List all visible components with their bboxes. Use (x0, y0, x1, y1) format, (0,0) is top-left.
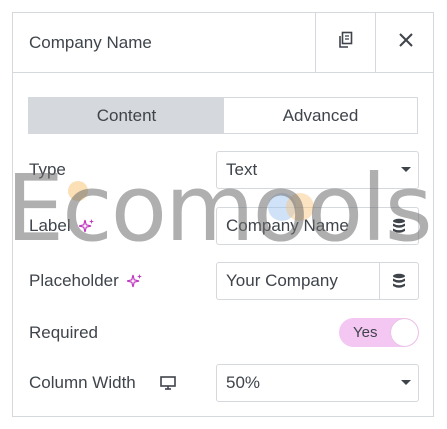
required-label: Required (29, 323, 98, 343)
tab-advanced[interactable]: Advanced (224, 98, 417, 133)
close-button[interactable] (375, 13, 435, 72)
label-input[interactable]: Company Name (216, 207, 419, 245)
placeholder-label: Placeholder (29, 271, 143, 291)
column-width-label-text: Column Width (29, 373, 136, 392)
required-toggle[interactable]: Yes (339, 318, 419, 347)
label-input-value: Company Name (226, 216, 349, 235)
required-toggle-text: Yes (353, 324, 378, 341)
column-width-label: Column Width (29, 373, 176, 393)
widget-settings-panel: Company Name Content Advanced Type Text … (12, 12, 434, 417)
column-width-value: 50% (226, 373, 261, 392)
close-icon (398, 32, 414, 53)
label-label-text: Label (29, 216, 71, 235)
panel-title: Company Name (29, 33, 152, 52)
ai-sparkle-icon[interactable] (78, 218, 95, 234)
toggle-knob (391, 319, 418, 346)
chevron-down-icon (394, 379, 418, 387)
copy-button[interactable] (315, 13, 375, 72)
chevron-down-icon (394, 166, 418, 174)
placeholder-input[interactable]: Your Company (216, 262, 419, 300)
placeholder-input-value: Your Company (226, 271, 338, 290)
type-select[interactable]: Text (216, 151, 419, 189)
panel-header: Company Name (13, 13, 433, 73)
column-width-select[interactable]: 50% (216, 364, 419, 402)
ai-sparkle-icon[interactable] (126, 273, 143, 289)
desktop-icon[interactable] (159, 376, 176, 390)
required-label-text: Required (29, 323, 98, 342)
settings-tabs: Content Advanced (28, 97, 418, 134)
dynamic-tags-icon[interactable] (379, 263, 418, 299)
copy-icon (337, 31, 355, 54)
dynamic-tags-icon[interactable] (380, 208, 418, 244)
type-select-value: Text (226, 160, 258, 179)
placeholder-label-text: Placeholder (29, 271, 119, 290)
type-label: Type (29, 160, 66, 180)
label-label: Label (29, 216, 95, 236)
type-label-text: Type (29, 160, 66, 179)
tab-content[interactable]: Content (29, 98, 224, 133)
